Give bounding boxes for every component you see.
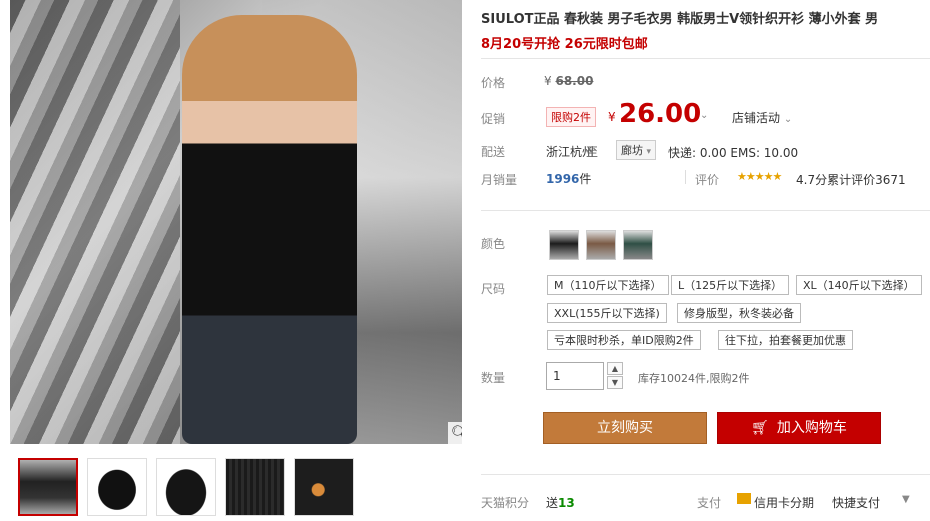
divider [481, 210, 930, 211]
monthly-sales: 1996件 [546, 170, 591, 187]
chevron-down-icon[interactable]: ⌄ [700, 110, 708, 121]
chevron-down-icon[interactable]: ▼ [902, 494, 910, 505]
stock-info: 库存10024件,限购2件 [638, 372, 750, 385]
size-option-xl[interactable]: XL（140斤以下选择） [796, 275, 922, 295]
color-swatch-1[interactable] [549, 230, 579, 260]
promo-currency: ¥ [608, 110, 616, 124]
quick-pay-link[interactable]: 快捷支付 [832, 494, 880, 511]
star-rating-icon: ★★★★★ [737, 170, 782, 183]
credit-installment-link[interactable]: 信用卡分期 [754, 494, 814, 511]
chevron-down-icon[interactable]: ▼ [607, 376, 623, 389]
shipping-label: 配送 [481, 145, 506, 159]
store-activity-dropdown[interactable]: 店铺活动 ⌄ [732, 109, 792, 126]
thumbnail-3[interactable] [156, 458, 216, 516]
limit-badge: 限购2件 [546, 107, 596, 127]
chevron-down-icon: ▾ [646, 147, 652, 157]
points-value: 送13 [546, 494, 575, 511]
destination-value: 廊坊 [621, 144, 643, 157]
quantity-input[interactable] [546, 362, 604, 390]
size-option-flash[interactable]: 亏本限时秒杀，单ID限购2件 [547, 330, 701, 350]
size-option-l[interactable]: L（125斤以下选择） [671, 275, 790, 295]
color-label: 颜色 [481, 237, 506, 251]
product-title: SIULOT正品 春秋装 男子毛衣男 韩版男士V领针织开衫 薄小外套 男 [481, 12, 879, 27]
points-give: 送 [546, 496, 559, 510]
size-option-bundle[interactable]: 往下拉，拍套餐更加优惠 [718, 330, 853, 350]
thumbnail-2[interactable] [87, 458, 147, 516]
thumbnail-5[interactable] [294, 458, 354, 516]
original-price-value: 68.00 [555, 74, 594, 88]
buy-now-button[interactable]: 立刻购买 [543, 412, 707, 444]
magnifier-icon[interactable]: 🔍︎ [448, 422, 462, 444]
ship-to-word: 至 [586, 145, 599, 159]
thumbnail-4[interactable] [225, 458, 285, 516]
points-label: 天猫积分 [481, 496, 530, 510]
payment-label: 支付 [697, 496, 722, 510]
size-option-m[interactable]: M（110斤以下选择） [547, 275, 669, 295]
size-option-slim[interactable]: 修身版型，秋冬装必备 [677, 303, 801, 323]
store-activity-label: 店铺活动 [732, 111, 781, 125]
shipping-fee: 快递: 0.00 EMS: 10.00 [668, 146, 799, 160]
color-swatch-2[interactable] [586, 230, 616, 260]
currency-symbol: ¥ [544, 74, 552, 88]
add-to-cart-button[interactable]: 🛒︎ 加入购物车 [717, 412, 881, 444]
original-price: ¥ 68.00 [544, 74, 593, 88]
background-collage-left [10, 0, 180, 444]
model-figure [182, 15, 357, 444]
thumbnail-1[interactable] [18, 458, 78, 516]
divider [481, 474, 930, 475]
sales-count: 1996 [546, 172, 580, 186]
points-number: 13 [558, 496, 575, 510]
product-subtitle: 8月20号开抢 26元限时包邮 [481, 37, 648, 52]
rating-summary-link[interactable]: 4.7分累计评价3671 [796, 171, 906, 188]
destination-select[interactable]: 廊坊 ▾ [616, 140, 657, 160]
promo-price: 26.00 [619, 99, 702, 129]
color-swatches [549, 230, 653, 260]
size-option-xxl[interactable]: XXL(155斤以下选择) [547, 303, 667, 323]
chevron-down-icon: ⌄ [783, 114, 793, 125]
sales-unit: 件 [579, 172, 592, 186]
divider [481, 58, 930, 59]
cart-icon: 🛒︎ [751, 420, 769, 436]
quantity-label: 数量 [481, 371, 506, 385]
size-label: 尺码 [481, 282, 506, 296]
price-label: 价格 [481, 76, 506, 90]
rating-label: 评价 [695, 173, 720, 187]
add-to-cart-label: 加入购物车 [776, 420, 847, 436]
color-swatch-3[interactable] [623, 230, 653, 260]
chevron-up-icon[interactable]: ▲ [607, 362, 623, 375]
monthly-sales-label: 月销量 [481, 173, 518, 187]
promo-label: 促销 [481, 112, 506, 126]
divider [685, 170, 686, 184]
product-main-image[interactable]: 🔍︎ [10, 0, 462, 444]
credit-card-icon [737, 493, 751, 504]
thumbnail-strip [18, 458, 354, 516]
